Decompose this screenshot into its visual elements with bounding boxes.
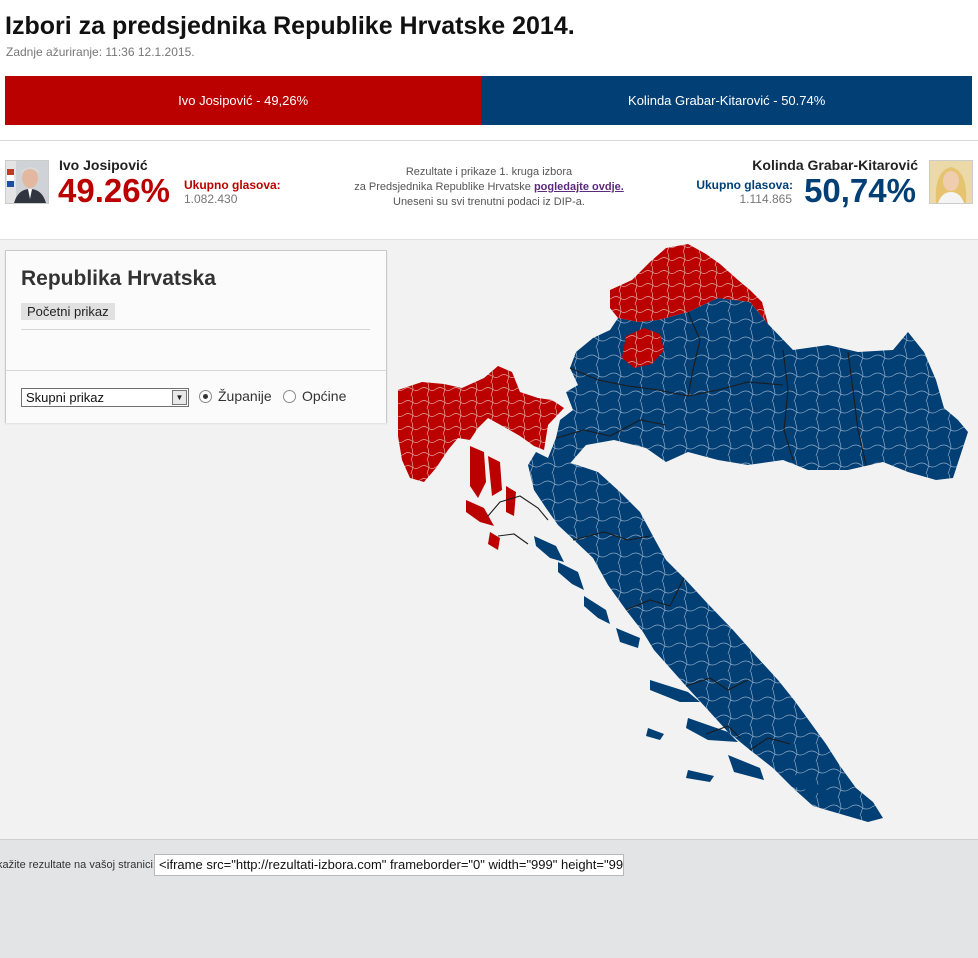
result-bar: Ivo Josipović - 49,26% Kolinda Grabar-Ki…	[5, 76, 972, 125]
avatar-kitarovic	[929, 160, 973, 204]
candidate-name-josipovic: Ivo Josipović	[59, 157, 148, 173]
chevron-down-icon[interactable]: ▼	[172, 390, 187, 405]
radio-opcine-label[interactable]: Općine	[302, 388, 346, 404]
votes-label-josipovic: Ukupno glasova:	[184, 178, 281, 192]
candidates-row: Ivo Josipović 49.26% Ukupno glasova: 1.0…	[0, 141, 978, 239]
view-select[interactable]: Skupni prikaz ▼	[21, 388, 189, 407]
result-bar-kitarovic-label: Kolinda Grabar-Kitarović - 50.74%	[628, 93, 826, 108]
note-line-1: Rezultate i prikaze 1. kruga izbora	[405, 166, 573, 178]
embed-code-input[interactable]: <iframe src="http://rezultati-izbora.com…	[154, 854, 624, 876]
percent-josipovic: 49.26%	[58, 172, 170, 209]
embed-footer: kažite rezultate na vašoj stranici: <ifr…	[0, 839, 978, 958]
votes-josipovic: 1.082.430	[184, 192, 238, 206]
panel-controls: Skupni prikaz ▼ Županije Općine	[6, 370, 386, 423]
result-bar-josipovic-label: Ivo Josipović - 49,26%	[178, 93, 309, 108]
page-title: Izbori za predsjednika Republike Hrvatsk…	[5, 12, 575, 40]
panel-divider	[21, 329, 370, 330]
first-round-link[interactable]: pogledajte ovdje.	[534, 181, 624, 193]
first-round-note: Rezultate i prikaze 1. kruga izbora za P…	[330, 165, 648, 210]
percent-kitarovic: 50,74%	[804, 172, 916, 209]
note-line-3: Uneseni su svi trenutni podaci iz DIP-a.	[393, 196, 585, 208]
last-updated: Zadnje ažuriranje: 11:36 12.1.2015.	[6, 45, 195, 59]
home-view-button[interactable]: Početni prikaz	[21, 303, 115, 320]
result-bar-kitarovic: Kolinda Grabar-Kitarović - 50.74%	[481, 76, 972, 125]
votes-kitarovic: 1.114.865	[739, 192, 793, 206]
embed-label: kažite rezultate na vašoj stranici:	[0, 859, 156, 871]
radio-opcine[interactable]	[283, 390, 296, 403]
votes-label-kitarovic: Ukupno glasova:	[696, 178, 793, 192]
candidate-name-kitarovic: Kolinda Grabar-Kitarović	[752, 157, 918, 173]
result-bar-josipovic: Ivo Josipović - 49,26%	[5, 76, 482, 125]
croatia-map[interactable]	[388, 240, 978, 838]
radio-zupanije-label[interactable]: Županije	[218, 388, 272, 404]
region-kitarovic-dalmatia[interactable]	[528, 452, 883, 822]
avatar-josipovic	[5, 160, 49, 204]
region-title: Republika Hrvatska	[21, 267, 216, 290]
radio-zupanije[interactable]	[199, 390, 212, 403]
note-line-2: za Predsjednika Republike Hrvatske	[354, 181, 531, 193]
region-kitarovic-north[interactable]	[548, 298, 968, 480]
region-panel: Republika Hrvatska Početni prikaz Skupni…	[5, 250, 387, 423]
view-select-value: Skupni prikaz	[26, 390, 105, 405]
